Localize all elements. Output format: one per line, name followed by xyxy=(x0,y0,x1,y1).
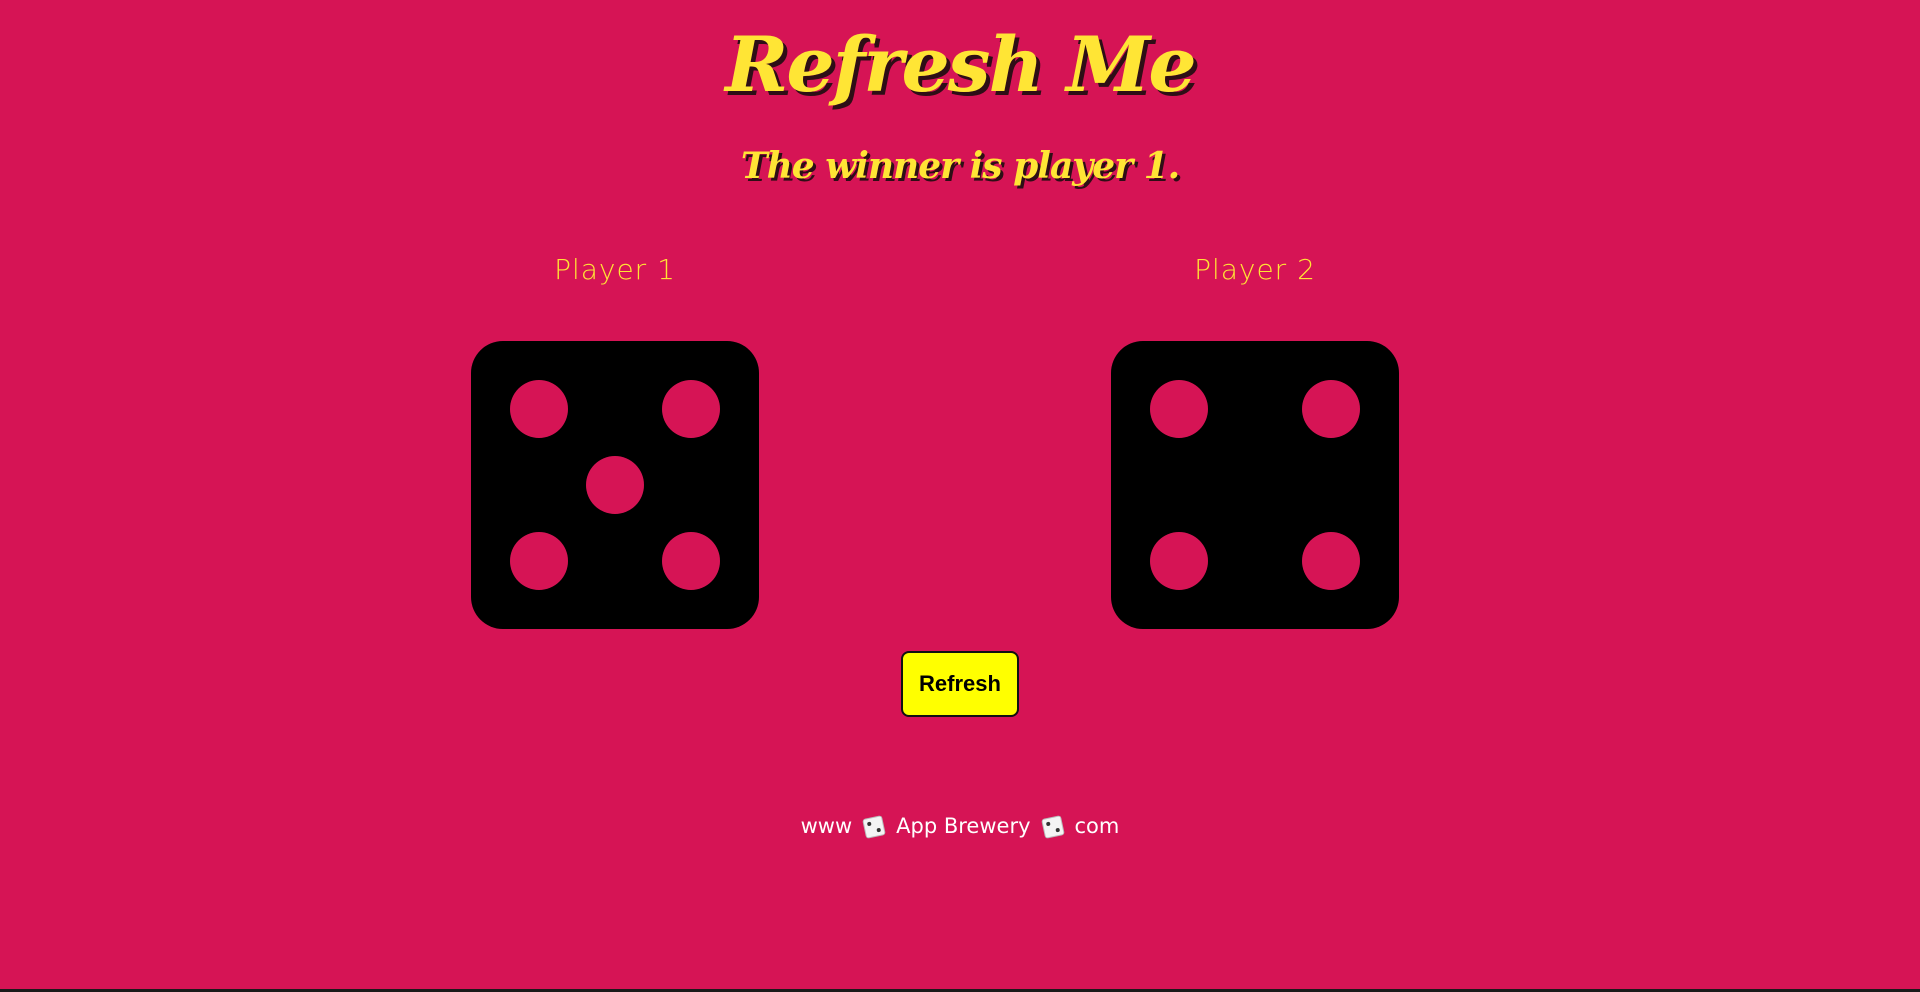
player-1-panel: Player 1 xyxy=(471,250,759,629)
die-pip xyxy=(1302,380,1360,438)
footer-www: www xyxy=(800,814,853,838)
page-title: Refresh Me xyxy=(725,20,1197,109)
die-pip xyxy=(510,532,568,590)
die-pip xyxy=(1302,532,1360,590)
die-pip xyxy=(662,380,720,438)
player-2-die xyxy=(1111,341,1399,629)
refresh-button[interactable]: Refresh xyxy=(901,651,1019,717)
die-icon xyxy=(862,815,887,839)
player-2-label: Player 2 xyxy=(1194,253,1316,286)
footer-com: com xyxy=(1074,814,1120,838)
die-pip xyxy=(662,532,720,590)
winner-message: The winner is player 1. xyxy=(740,145,1180,187)
player-1-label: Player 1 xyxy=(554,253,676,286)
die-pip xyxy=(1150,532,1208,590)
player-1-die xyxy=(471,341,759,629)
die-pip xyxy=(1150,380,1208,438)
footer-brand: App Brewery xyxy=(896,814,1031,838)
die-pip xyxy=(586,456,644,514)
player-2-panel: Player 2 xyxy=(1111,250,1399,629)
die-pip xyxy=(510,380,568,438)
die-icon xyxy=(1040,815,1065,839)
footer: www App Brewery com xyxy=(0,814,1920,839)
